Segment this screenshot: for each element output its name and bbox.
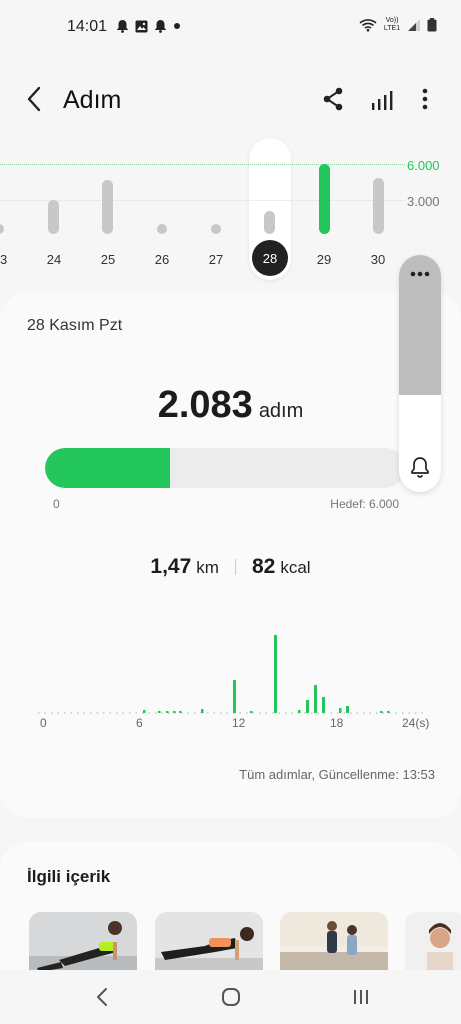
day-bar-27[interactable] — [211, 224, 221, 234]
bell-icon[interactable] — [408, 455, 432, 479]
floating-side-panel[interactable] — [399, 255, 441, 492]
battery-icon — [427, 18, 437, 32]
hourly-bar — [233, 680, 236, 713]
woman-portrait-photo[interactable] — [405, 912, 461, 974]
calories-unit: kcal — [280, 558, 311, 577]
hourly-bar — [143, 710, 146, 713]
dot-icon — [174, 23, 180, 29]
distance-value: 1,47 — [150, 555, 192, 578]
image-icon — [135, 20, 148, 32]
day-label-24: 24 — [46, 252, 62, 267]
daily-steps-chart[interactable]: 6.000 3.000 23 24 25 26 27 28 29 30 — [0, 130, 461, 290]
day-bar-25[interactable] — [102, 180, 113, 234]
bell-icon — [155, 20, 166, 33]
hourly-x-label-12: 12 — [232, 716, 246, 730]
day-label-23: 23 — [0, 252, 8, 267]
wifi-icon — [359, 19, 377, 32]
day-label-26: 26 — [154, 252, 170, 267]
y-label-6000: 6.000 — [407, 158, 440, 173]
distance-unit: km — [196, 558, 219, 577]
progress-min-label: 0 — [53, 497, 60, 511]
hourly-x-label-0: 0 — [40, 716, 47, 730]
calories-value: 82 — [251, 555, 276, 578]
step-count-unit: adım — [258, 400, 304, 422]
hourly-bar — [380, 711, 383, 713]
status-bar: 14:01 Vo)) LTE1 — [0, 0, 461, 56]
network-label: Vo)) LTE1 — [383, 17, 401, 32]
related-title: İlgili içerik — [27, 867, 111, 886]
more-vertical-icon[interactable] — [410, 84, 440, 114]
day-label-28-selected[interactable]: 28 — [252, 240, 288, 276]
signal-icon — [408, 19, 420, 31]
home-nav-icon[interactable] — [216, 982, 246, 1012]
hourly-bar — [298, 710, 301, 713]
day-bar-30[interactable] — [373, 178, 384, 234]
hourly-x-label-18: 18 — [330, 716, 344, 730]
bar-chart-icon[interactable] — [367, 84, 397, 114]
updated-footer: Tüm adımlar, Güncellenme: 13:53 — [239, 767, 435, 782]
step-count: 2.083 adım — [0, 384, 461, 427]
hourly-bar — [339, 708, 342, 713]
hourly-bar — [322, 697, 325, 713]
status-time: 14:01 — [67, 18, 108, 35]
day-label-30: 30 — [370, 252, 386, 267]
goal-label: Hedef: 6.000 — [330, 497, 399, 511]
hourly-bar — [173, 711, 176, 713]
hourly-steps-chart: 0 6 12 18 24(s) — [38, 635, 429, 730]
more-horizontal-icon[interactable] — [399, 263, 441, 285]
hourly-bar — [306, 700, 309, 713]
app-header: Adım — [0, 74, 461, 126]
share-icon[interactable] — [318, 84, 348, 114]
daily-summary-card: 28 Kasım Pzt 2.083 adım 0 Hedef: 6.000 1,… — [0, 292, 461, 818]
recents-nav-icon[interactable] — [346, 982, 376, 1012]
exercise-plank-photo[interactable] — [29, 912, 137, 974]
stats-divider — [234, 559, 236, 575]
hourly-bar — [346, 706, 349, 713]
hourly-bar — [166, 711, 169, 713]
hourly-bar — [158, 711, 161, 713]
bell-icon — [117, 20, 128, 33]
summary-date: 28 Kasım Pzt — [27, 317, 123, 334]
day-bar-28[interactable] — [264, 211, 275, 234]
hourly-bar — [274, 635, 277, 713]
goal-line-6000 — [0, 164, 405, 165]
hourly-bar — [250, 711, 253, 713]
hourly-x-label-6: 6 — [136, 716, 143, 730]
day-bar-24[interactable] — [48, 200, 59, 234]
step-count-value: 2.083 — [157, 384, 253, 426]
system-nav-bar — [0, 970, 461, 1024]
hourly-x-label-24: 24(s) — [402, 716, 429, 730]
step-goal-progress-bar — [45, 448, 405, 488]
related-content-section: İlgili içerik — [0, 842, 461, 982]
back-nav-icon[interactable] — [88, 982, 118, 1012]
exercise-plank-photo-2[interactable] — [155, 912, 263, 974]
hourly-bar — [387, 711, 390, 713]
hourly-bar — [314, 685, 317, 713]
progress-fill — [45, 448, 170, 488]
day-label-27: 27 — [208, 252, 224, 267]
hourly-bar — [179, 711, 182, 713]
y-label-3000: 3.000 — [407, 194, 440, 209]
day-bar-23[interactable] — [0, 224, 4, 234]
running-couple-photo[interactable] — [280, 912, 388, 974]
day-bar-29[interactable] — [319, 164, 330, 234]
gridline-3000 — [0, 200, 405, 201]
back-arrow-icon[interactable] — [20, 84, 50, 114]
distance-calories-row: 1,47 km 82 kcal — [0, 555, 461, 579]
day-label-29: 29 — [316, 252, 332, 267]
hourly-bar — [201, 709, 204, 713]
status-notification-icons — [116, 19, 181, 33]
page-title: Adım — [63, 86, 122, 114]
day-label-25: 25 — [100, 252, 116, 267]
status-system-icons: Vo)) LTE1 — [359, 17, 437, 33]
day-bar-26[interactable] — [157, 224, 167, 234]
